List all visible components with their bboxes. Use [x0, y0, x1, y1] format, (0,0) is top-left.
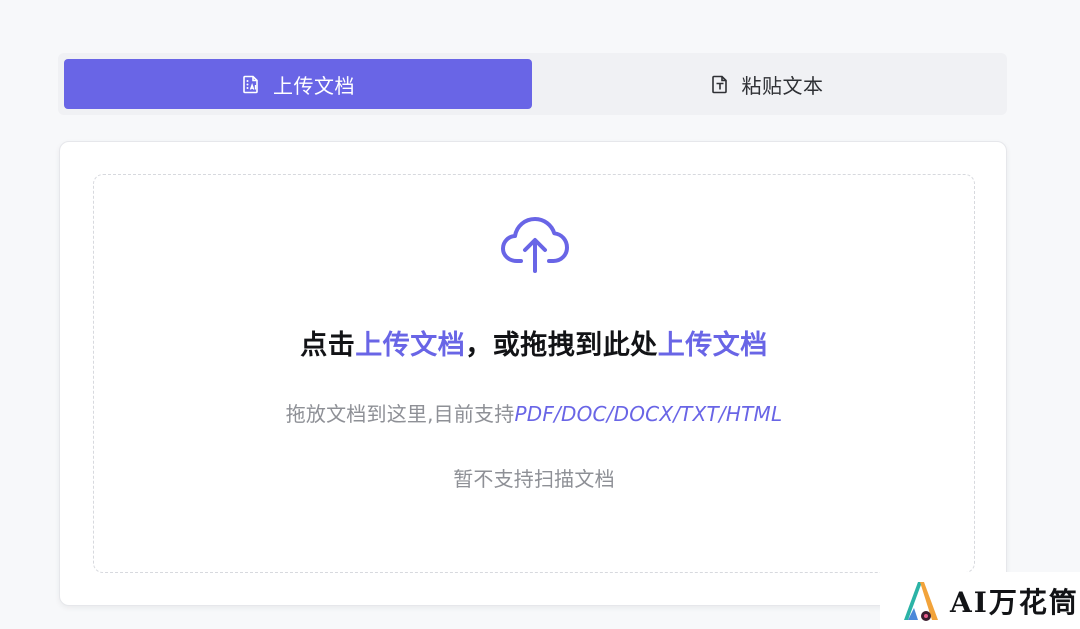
- cloud-upload-icon: [501, 217, 569, 273]
- tab-upload-document[interactable]: 上传文档: [64, 59, 532, 109]
- watermark-text: AI万花筒: [950, 585, 1079, 619]
- text-file-icon: [710, 74, 730, 94]
- supported-formats-hint: 拖放文档到这里,目前支持PDF/DOC/DOCX/TXT/HTML: [94, 398, 974, 427]
- supported-formats-prefix: 拖放文档到这里,目前支持: [285, 402, 515, 426]
- upload-document-link-1[interactable]: 上传文档: [355, 330, 465, 361]
- tab-upload-document-label: 上传文档: [273, 73, 355, 98]
- scan-not-supported-note: 暂不支持扫描文档: [453, 467, 615, 491]
- instruction-prefix: 点击: [300, 330, 356, 361]
- kaleidoscope-logo: [904, 581, 938, 621]
- document-upload-icon: [241, 74, 261, 94]
- tab-paste-text[interactable]: 粘贴文本: [532, 59, 1001, 109]
- mode-tabs: 上传文档 粘贴文本: [58, 53, 1007, 115]
- supported-formats-list: PDF/DOC/DOCX/TXT/HTML: [514, 402, 783, 426]
- watermark: AI万花筒: [880, 572, 1080, 629]
- file-dropzone[interactable]: 点击上传文档，或拖拽到此处上传文档 拖放文档到这里,目前支持PDF/DOC/DO…: [93, 174, 975, 573]
- instruction-middle: ，或拖拽到此处: [465, 330, 658, 361]
- upload-document-link-2[interactable]: 上传文档: [658, 330, 768, 361]
- upload-instruction: 点击上传文档，或拖拽到此处上传文档: [94, 323, 974, 362]
- tab-paste-text-label: 粘贴文本: [741, 73, 824, 98]
- upload-card: 点击上传文档，或拖拽到此处上传文档 拖放文档到这里,目前支持PDF/DOC/DO…: [59, 141, 1007, 606]
- page: 上传文档 粘贴文本 点击上传文档，或拖拽到此处上传文档 拖放文档到这里,目前支持…: [0, 0, 1080, 629]
